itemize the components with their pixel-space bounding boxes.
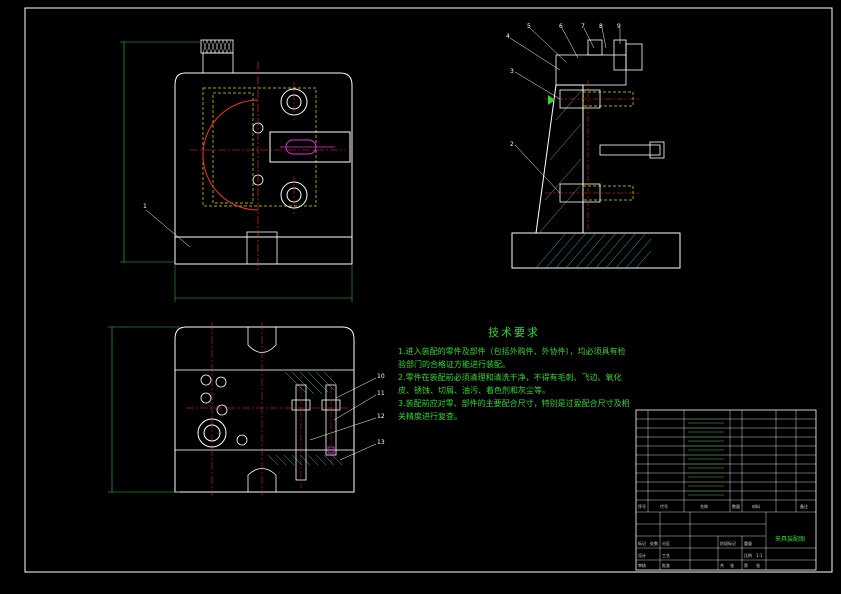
tb-review: 审核 bbox=[638, 562, 646, 568]
technical-requirements: 技术要求 1.进入装配的零件及部件（包括外购件、外协件），均必须具有检验部门的合… bbox=[398, 326, 630, 423]
small-hole-1 bbox=[200, 374, 212, 386]
bom-header-material: 材料 bbox=[752, 503, 760, 509]
bottom-leaders bbox=[309, 377, 377, 461]
side-label-6: 6 bbox=[559, 23, 563, 30]
side-base bbox=[511, 232, 681, 269]
notes-title: 技术要求 bbox=[488, 326, 540, 339]
side-label-5: 5 bbox=[527, 23, 531, 30]
side-label-9: 9 bbox=[617, 23, 621, 30]
bottom-label-11: 11 bbox=[377, 390, 385, 397]
tb-approve: 批准 bbox=[662, 562, 670, 568]
tb-weight: 重量 bbox=[744, 540, 752, 546]
side-label-2: 2 bbox=[510, 141, 514, 148]
side-label-4: 4 bbox=[506, 33, 510, 40]
note-item-3: 3.装配前应对零、部件的主要配合尺寸，特别是过盈配合尺寸及相关精度进行复查。 bbox=[398, 399, 630, 421]
bom-fill-marks bbox=[688, 422, 724, 496]
tb-design: 设计 bbox=[638, 552, 646, 558]
knurl-pattern bbox=[202, 39, 232, 54]
bottom-label-12: 12 bbox=[377, 413, 385, 420]
side-upright bbox=[535, 84, 584, 234]
tb-process: 工艺 bbox=[662, 553, 670, 558]
bom-header-name: 名称 bbox=[700, 503, 708, 509]
tb-total: 共 bbox=[720, 562, 724, 568]
small-hole-5 bbox=[236, 434, 248, 446]
small-hole-4 bbox=[216, 404, 228, 416]
tb-mark: 标记 bbox=[638, 540, 646, 546]
drawing-title: 夹具装配图 bbox=[775, 535, 805, 543]
drawing-border bbox=[24, 7, 833, 573]
note-item-1: 1.进入装配的零件及部件（包括外购件、外协件），均必须具有检验部门的合格证方能进… bbox=[398, 347, 626, 369]
clamp-nut bbox=[649, 141, 665, 159]
knob-neck bbox=[202, 52, 234, 74]
top-plate bbox=[625, 43, 643, 71]
tb-sheet-2: 张 bbox=[756, 562, 760, 568]
tb-sheet-1: 张 bbox=[730, 562, 734, 568]
small-hole-2 bbox=[215, 376, 227, 388]
clamp-body-outline bbox=[174, 72, 353, 238]
hatch-base bbox=[535, 89, 652, 269]
side-label-3: 3 bbox=[510, 68, 514, 75]
side-view: 4 5 6 7 8 9 3 2 bbox=[506, 23, 681, 269]
leader-1 bbox=[145, 209, 191, 248]
tb-zone: 分区 bbox=[662, 540, 670, 546]
tb-count: 处数 bbox=[650, 540, 658, 546]
side-label-8: 8 bbox=[599, 23, 603, 30]
front-view: 1 bbox=[120, 39, 353, 302]
bom-header-remark: 备注 bbox=[800, 503, 808, 509]
base-plate bbox=[174, 236, 353, 265]
tb-scale-value: 1:1 bbox=[756, 553, 763, 558]
clamp-screw bbox=[599, 144, 661, 156]
index-arc bbox=[202, 99, 259, 211]
bom-header-code: 代号 bbox=[660, 503, 668, 509]
tb-stage: 阶段标记 bbox=[720, 540, 736, 546]
bottom-label-10: 10 bbox=[377, 373, 385, 380]
part-label-1: 1 bbox=[143, 203, 147, 210]
note-item-2: 2.零件在装配前必须清理和清洗干净，不得有毛刺、飞边、氧化皮、锈蚀、切屑、油污、… bbox=[398, 373, 622, 395]
bom-header-seq: 序号 bbox=[638, 503, 646, 509]
small-hole-3 bbox=[200, 392, 212, 404]
tb-nth: 第 bbox=[744, 562, 748, 568]
bom-header-qty: 数量 bbox=[732, 503, 740, 509]
cad-drawing-canvas: 1 4 5 6 7 8 9 3 2 10 11 12 13 序号 代号 名称 数… bbox=[24, 7, 833, 573]
title-block-border bbox=[635, 409, 817, 571]
bottom-label-13: 13 bbox=[377, 439, 385, 446]
tb-scale-label: 比例 bbox=[744, 552, 752, 558]
bom-grid bbox=[636, 410, 816, 513]
top-knob bbox=[587, 39, 603, 56]
title-block: 序号 代号 名称 数量 材料 备注 标记 处数 分区 设计 审核 工艺 批准 阶… bbox=[635, 409, 817, 571]
hidden-slot bbox=[212, 92, 254, 204]
bottom-body-outline bbox=[174, 326, 355, 493]
bottom-view: 10 11 12 13 bbox=[108, 322, 385, 496]
side-leaders bbox=[509, 27, 621, 194]
side-label-7: 7 bbox=[581, 23, 585, 30]
